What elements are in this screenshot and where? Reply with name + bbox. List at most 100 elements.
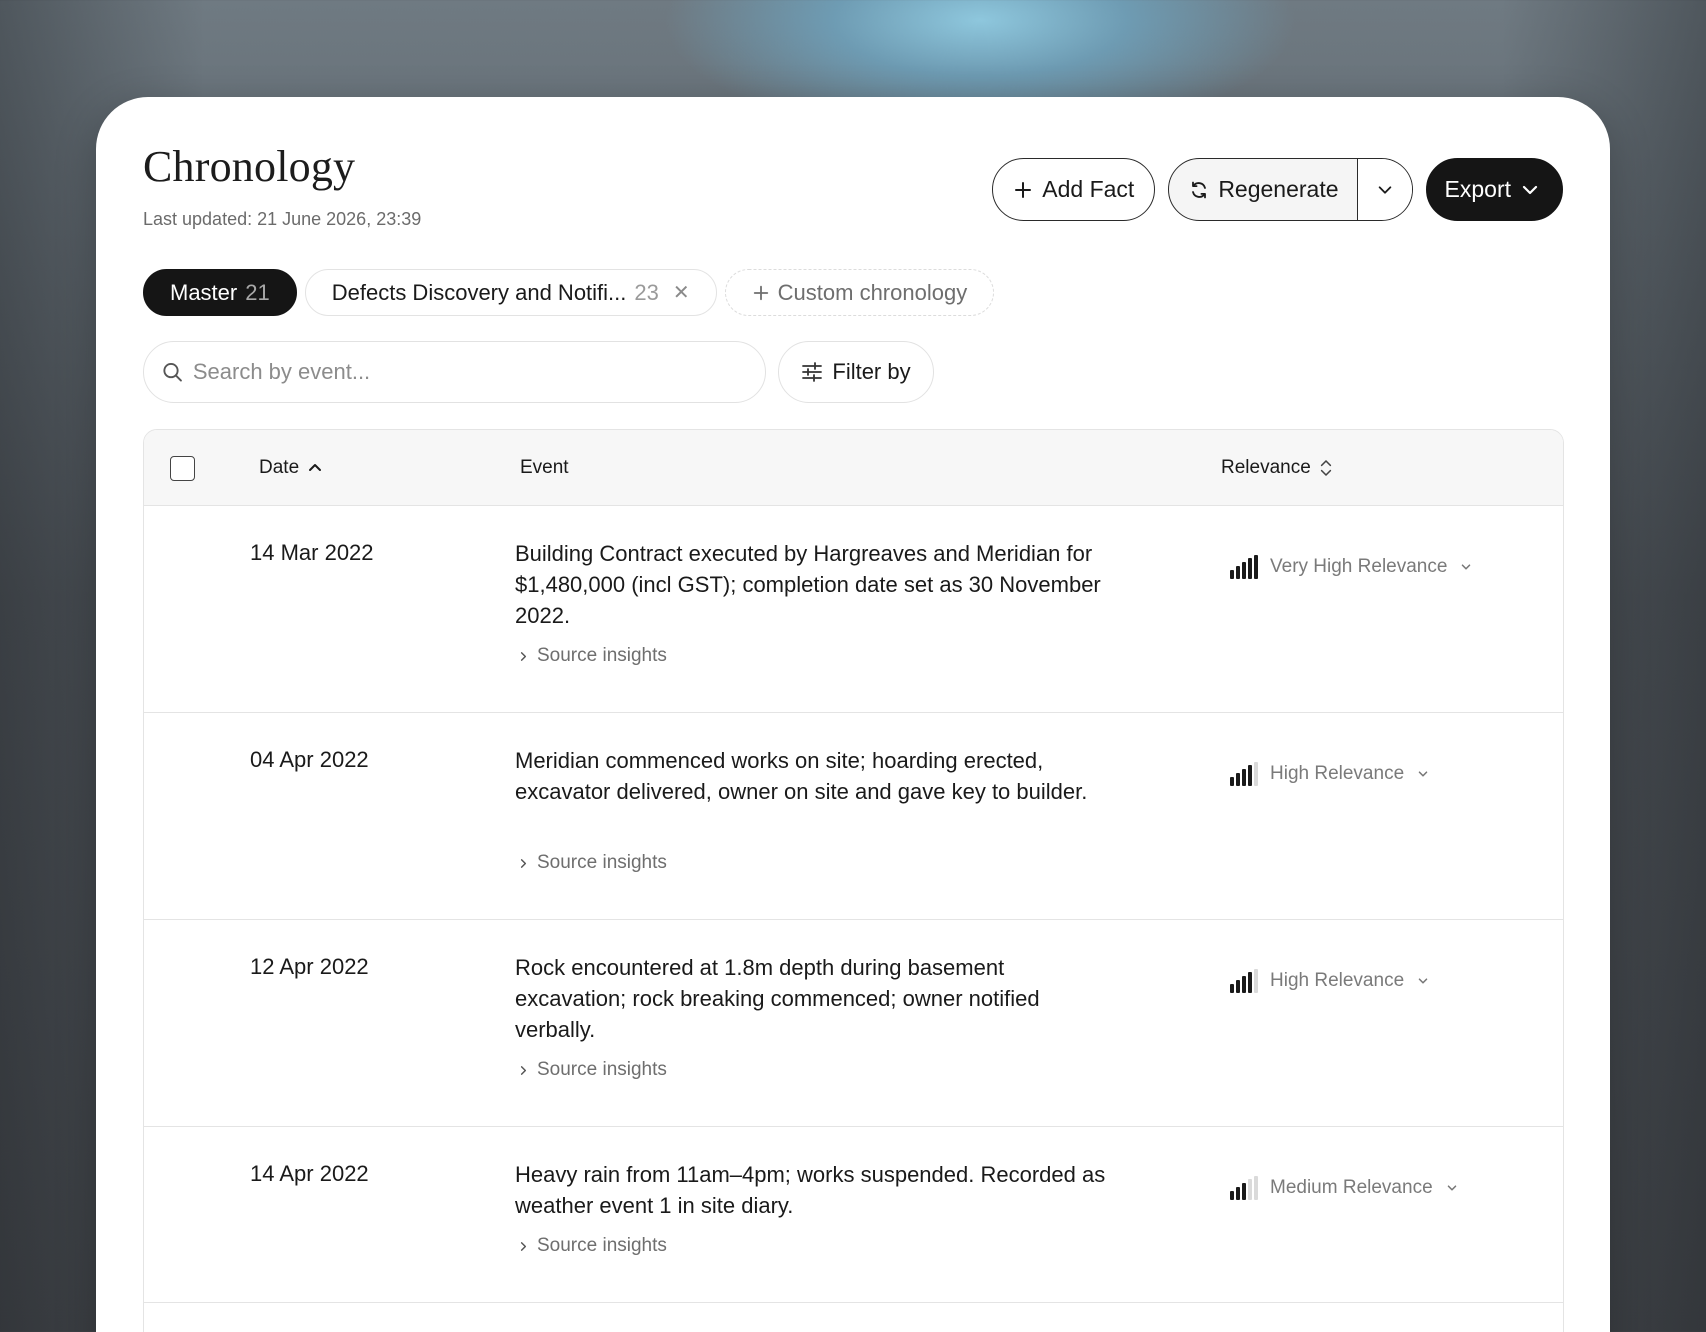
relevance-label: High Relevance xyxy=(1270,763,1405,784)
relevance-column-header[interactable]: Relevance xyxy=(1221,430,1333,506)
regenerate-split-button: Regenerate xyxy=(1168,158,1413,221)
relevance-bar xyxy=(1248,558,1252,579)
date-header-label: Date xyxy=(259,457,300,478)
filter-label: Filter by xyxy=(832,359,911,384)
relevance-bar xyxy=(1242,976,1246,993)
source-insights-label: Source insights xyxy=(537,645,667,666)
search-input[interactable] xyxy=(192,359,747,385)
event-description: Heavy rain from 11am–4pm; works suspende… xyxy=(515,1162,1106,1218)
date-column-header[interactable]: Date xyxy=(259,430,323,506)
chevron-down-icon xyxy=(1378,185,1391,194)
table-row[interactable]: 04 Apr 2022 Meridian commenced works on … xyxy=(144,713,1563,920)
chevron-up-icon xyxy=(309,464,322,471)
relevance-bar xyxy=(1242,769,1246,786)
relevance-bars-icon xyxy=(1230,555,1258,579)
add-fact-label: Add Fact xyxy=(1042,176,1135,202)
close-icon[interactable]: ✕ xyxy=(673,280,690,305)
chevron-down-icon xyxy=(1418,978,1428,984)
relevance-label: Medium Relevance xyxy=(1270,1177,1433,1198)
tab-label: Master xyxy=(170,279,238,305)
relevance-bar xyxy=(1248,1179,1252,1200)
search-field[interactable] xyxy=(143,341,766,403)
regenerate-label: Regenerate xyxy=(1218,176,1339,202)
custom-chronology-label: Custom chronology xyxy=(777,279,968,305)
event-column-header: Event xyxy=(520,430,569,506)
event-description: Meridian commenced works on site; hoardi… xyxy=(515,748,1088,804)
chronology-panel: Chronology Last updated: 21 June 2026, 2… xyxy=(96,97,1610,1332)
source-insights-toggle[interactable]: Source insights xyxy=(518,852,667,874)
table-row[interactable]: 12 Apr 2022 Rock encountered at 1.8m dep… xyxy=(144,920,1563,1127)
table-row[interactable]: 14 Apr 2022 Heavy rain from 11am–4pm; wo… xyxy=(144,1127,1563,1303)
relevance-dropdown[interactable]: Very High Relevance xyxy=(1230,555,1473,579)
relevance-bar xyxy=(1230,1191,1234,1200)
tab-defects-discovery[interactable]: Defects Discovery and Notifi... 23 ✕ xyxy=(304,269,717,316)
chevron-down-icon xyxy=(1462,564,1471,570)
table-header: Date Event Relevance xyxy=(144,430,1563,506)
sort-icon xyxy=(1320,460,1331,476)
tab-count: 23 xyxy=(634,279,659,305)
relevance-dropdown[interactable]: High Relevance xyxy=(1230,762,1430,786)
export-label: Export xyxy=(1444,176,1511,202)
header-actions: Add Fact Regenerate Export xyxy=(992,158,1563,221)
source-insights-toggle[interactable]: Source insights xyxy=(518,1059,667,1081)
source-insights-toggle[interactable]: Source insights xyxy=(518,1235,667,1257)
last-updated-text: Last updated: 21 June 2026, 23:39 xyxy=(143,209,422,229)
chevron-down-icon xyxy=(1418,771,1428,777)
relevance-dropdown[interactable]: Medium Relevance xyxy=(1230,1176,1459,1200)
relevance-bar xyxy=(1242,1183,1246,1200)
page-title: Chronology xyxy=(143,142,356,191)
relevance-bars-icon xyxy=(1230,762,1258,786)
search-icon xyxy=(163,362,182,382)
event-header-label: Event xyxy=(520,457,569,478)
chevron-right-icon xyxy=(520,651,527,661)
chevron-down-icon xyxy=(1447,1185,1456,1191)
relevance-label: High Relevance xyxy=(1270,970,1405,991)
add-fact-button[interactable]: Add Fact xyxy=(992,158,1156,221)
relevance-bar xyxy=(1254,969,1258,993)
event-date: 04 Apr 2022 xyxy=(250,747,369,772)
regenerate-options-button[interactable] xyxy=(1357,159,1412,220)
chronology-tabs: Master 21 Defects Discovery and Notifi..… xyxy=(143,269,995,316)
tab-count: 21 xyxy=(245,279,270,305)
filter-button[interactable]: Filter by xyxy=(778,341,934,403)
event-description: Building Contract executed by Hargreaves… xyxy=(515,541,1101,628)
plus-icon xyxy=(1015,181,1032,198)
relevance-dropdown[interactable]: High Relevance xyxy=(1230,969,1430,993)
source-insights-label: Source insights xyxy=(537,852,667,873)
select-all-checkbox[interactable] xyxy=(170,456,195,481)
event-date: 12 Apr 2022 xyxy=(250,954,369,979)
table-row[interactable] xyxy=(144,1303,1563,1332)
plus-icon xyxy=(753,285,768,300)
source-insights-label: Source insights xyxy=(537,1059,667,1080)
export-button[interactable]: Export xyxy=(1425,158,1563,221)
relevance-bar xyxy=(1230,570,1234,579)
sliders-icon xyxy=(802,362,823,382)
relevance-bar xyxy=(1236,773,1240,786)
relevance-bar xyxy=(1254,762,1258,786)
relevance-bar xyxy=(1248,765,1252,786)
source-insights-toggle[interactable]: Source insights xyxy=(518,645,667,667)
chevron-down-icon xyxy=(1522,185,1538,194)
event-date: 14 Mar 2022 xyxy=(250,540,374,565)
tab-master[interactable]: Master 21 xyxy=(143,269,297,316)
relevance-bar xyxy=(1236,980,1240,993)
relevance-label: Very High Relevance xyxy=(1270,556,1448,577)
event-description: Rock encountered at 1.8m depth during ba… xyxy=(515,955,1040,1042)
relevance-bar xyxy=(1254,1176,1258,1200)
relevance-header-label: Relevance xyxy=(1221,457,1311,478)
table-row[interactable]: 14 Mar 2022 Building Contract executed b… xyxy=(144,506,1563,713)
tab-label: Defects Discovery and Notifi... xyxy=(331,279,627,305)
chronology-table: Date Event Relevance 14 Mar 2022 Buildin… xyxy=(143,429,1564,1332)
relevance-bars-icon xyxy=(1230,969,1258,993)
event-date: 14 Apr 2022 xyxy=(250,1161,369,1186)
regenerate-button[interactable]: Regenerate xyxy=(1169,159,1358,220)
add-custom-chronology-button[interactable]: Custom chronology xyxy=(724,269,995,316)
relevance-bar xyxy=(1230,984,1234,993)
relevance-bars-icon xyxy=(1230,1176,1258,1200)
chevron-right-icon xyxy=(520,858,527,868)
chevron-right-icon xyxy=(520,1065,527,1075)
relevance-bar xyxy=(1230,777,1234,786)
relevance-bar xyxy=(1248,972,1252,993)
relevance-bar xyxy=(1236,566,1240,579)
chevron-right-icon xyxy=(520,1241,527,1251)
